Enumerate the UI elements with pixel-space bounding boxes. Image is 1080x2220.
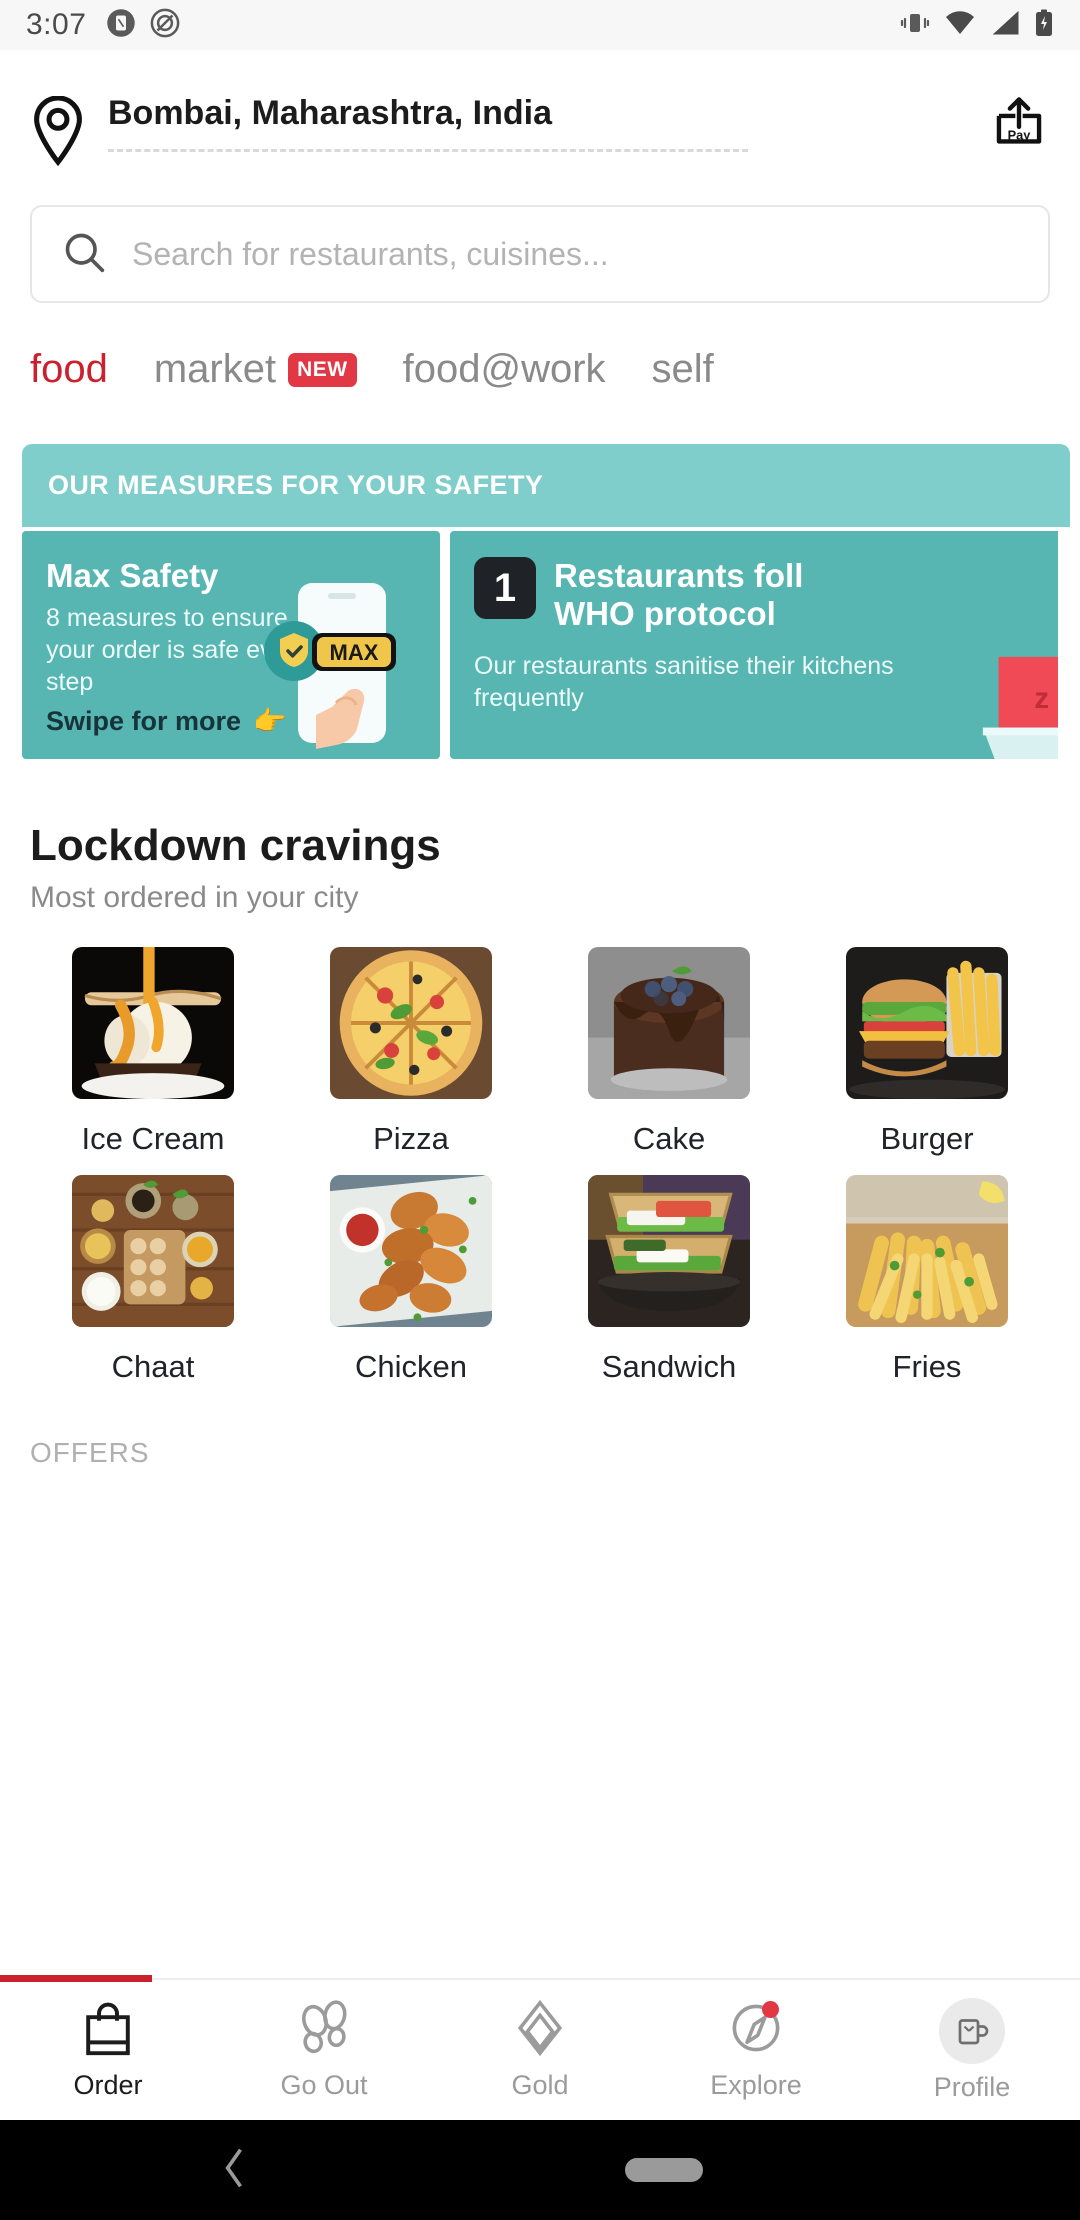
back-chevron-icon[interactable]	[222, 2146, 248, 2195]
category-tile[interactable]: Ice Cream	[24, 947, 282, 1157]
category-tabs[interactable]: food market NEW food@work self	[0, 303, 1080, 392]
location-text-wrap[interactable]: Bombai, Maharashtra, India	[108, 94, 748, 152]
who-card-title: Restaurants foll WHO protocol	[554, 557, 803, 634]
category-label: Chicken	[355, 1349, 467, 1384]
tab-food-at-work[interactable]: food@work	[403, 347, 606, 392]
signal-icon	[990, 10, 1020, 41]
offers-section: OFFERS	[0, 1403, 1080, 1469]
nav-label-go-out: Go Out	[280, 2070, 368, 2100]
battery-charging-icon	[1034, 9, 1054, 42]
safety-card-carousel[interactable]: Max Safety 8 measures to ensure your ord…	[22, 531, 1058, 759]
category-tile[interactable]: Chaat	[24, 1175, 282, 1385]
new-badge: NEW	[288, 352, 357, 387]
safety-banner-title: OUR MEASURES FOR YOUR SAFETY	[22, 444, 1070, 527]
status-bar: 3:07	[0, 0, 1080, 50]
bottom-navigation: Order Go Out Gold Explore Profile	[0, 1975, 1080, 2120]
sandwich-image	[588, 1175, 750, 1327]
screenshot-icon	[106, 8, 136, 43]
safety-banner: OUR MEASURES FOR YOUR SAFETY Max Safety …	[0, 444, 1080, 759]
nav-label-order: Order	[73, 2070, 143, 2100]
delivery-bag-illustration: z	[982, 656, 1058, 759]
who-card-title-line2: WHO protocol	[554, 595, 776, 633]
nav-label-explore: Explore	[710, 2070, 802, 2100]
search-placeholder: Search for restaurants, cuisines...	[132, 235, 609, 272]
swipe-label: Swipe for more	[46, 705, 242, 736]
tab-market[interactable]: market NEW	[154, 347, 357, 392]
section-header: Lockdown cravings Most ordered in your c…	[0, 759, 1080, 915]
pay-icon[interactable]: Pay	[968, 94, 1050, 161]
status-right-icons	[900, 9, 1054, 42]
profile-mug-icon	[939, 1997, 1005, 2064]
tab-food-at-work-label: food@work	[402, 347, 606, 391]
who-card-header: 1 Restaurants foll WHO protocol	[474, 557, 1058, 634]
svg-text:MAX: MAX	[330, 640, 379, 665]
category-tile[interactable]: Burger	[798, 947, 1056, 1157]
compass-icon	[729, 1999, 783, 2062]
status-time: 3:07	[26, 8, 87, 41]
who-card-title-line1: Restaurants foll	[554, 557, 804, 594]
category-tile[interactable]: Pizza	[282, 947, 540, 1157]
tab-self[interactable]: self	[652, 347, 714, 392]
safety-card-who-protocol[interactable]: 1 Restaurants foll WHO protocol Our rest…	[450, 531, 1058, 759]
category-tile[interactable]: Cake	[540, 947, 798, 1157]
cake-image	[588, 947, 750, 1099]
nav-item-explore[interactable]: Explore	[648, 1980, 864, 2120]
location-pin-icon	[30, 95, 86, 171]
category-label: Fries	[892, 1349, 962, 1384]
category-tile[interactable]: Chicken	[282, 1175, 540, 1385]
nav-item-profile[interactable]: Profile	[864, 1980, 1080, 2120]
nav-label-gold: Gold	[511, 2070, 569, 2100]
wifi-icon	[944, 10, 976, 41]
nav-label-profile: Profile	[933, 2071, 1011, 2102]
swipe-for-more[interactable]: Swipe for more 👉	[46, 705, 287, 737]
category-label: Chaat	[111, 1349, 195, 1384]
tab-food-label: food	[30, 347, 108, 391]
tab-food[interactable]: food	[30, 347, 108, 392]
tab-self-label: self	[651, 347, 714, 391]
gold-diamond-icon	[513, 1999, 567, 2062]
android-navigation-bar	[0, 2120, 1080, 2220]
who-card-body: Our restaurants sanitise their kitchens …	[474, 651, 894, 712]
fries-image	[846, 1175, 1008, 1327]
nav-item-go-out[interactable]: Go Out	[216, 1980, 432, 2120]
home-pill-icon[interactable]	[625, 2158, 703, 2182]
location-header[interactable]: Bombai, Maharashtra, India Pay	[0, 50, 1080, 171]
location-label: Bombai, Maharashtra, India	[108, 94, 552, 132]
safety-card-max-safety[interactable]: Max Safety 8 measures to ensure your ord…	[22, 531, 440, 759]
category-label: Cake	[632, 1121, 706, 1156]
burger-image	[846, 947, 1008, 1099]
category-label: Burger	[880, 1121, 974, 1156]
category-grid: Ice Cream Pizza Cake Burger Chaat Chicke…	[0, 915, 1080, 1403]
category-label: Pizza	[373, 1121, 449, 1156]
chicken-image	[330, 1175, 492, 1327]
category-label: Sandwich	[601, 1349, 737, 1384]
category-tile[interactable]: Fries	[798, 1175, 1056, 1385]
ice-cream-image	[72, 947, 234, 1099]
category-tile[interactable]: Sandwich	[540, 1175, 798, 1385]
nav-item-gold[interactable]: Gold	[432, 1980, 648, 2120]
pizza-image	[330, 947, 492, 1099]
nav-item-order[interactable]: Order	[0, 1980, 216, 2120]
explore-notification-dot	[762, 2001, 779, 2018]
offers-label: OFFERS	[30, 1437, 150, 1468]
max-safety-phone-illustration: MAX	[264, 583, 396, 749]
section-subtitle: Most ordered in your city	[30, 881, 359, 914]
search-wrap: Search for restaurants, cuisines...	[0, 171, 1080, 303]
search-icon	[62, 230, 106, 279]
footsteps-icon	[297, 1999, 351, 2062]
section-title: Lockdown cravings	[30, 821, 441, 870]
category-label: Ice Cream	[81, 1121, 225, 1156]
chaat-image	[72, 1175, 234, 1327]
svg-text:Pay: Pay	[1008, 128, 1032, 143]
shopping-bag-icon	[81, 1999, 135, 2062]
search-input[interactable]: Search for restaurants, cuisines...	[30, 205, 1050, 303]
tab-market-label: market	[153, 347, 277, 391]
vibrate-icon	[900, 10, 930, 41]
svg-text:z: z	[1034, 682, 1049, 715]
step-number-badge: 1	[474, 557, 536, 619]
do-not-disturb-icon	[150, 8, 180, 43]
status-left-icons	[106, 8, 180, 43]
